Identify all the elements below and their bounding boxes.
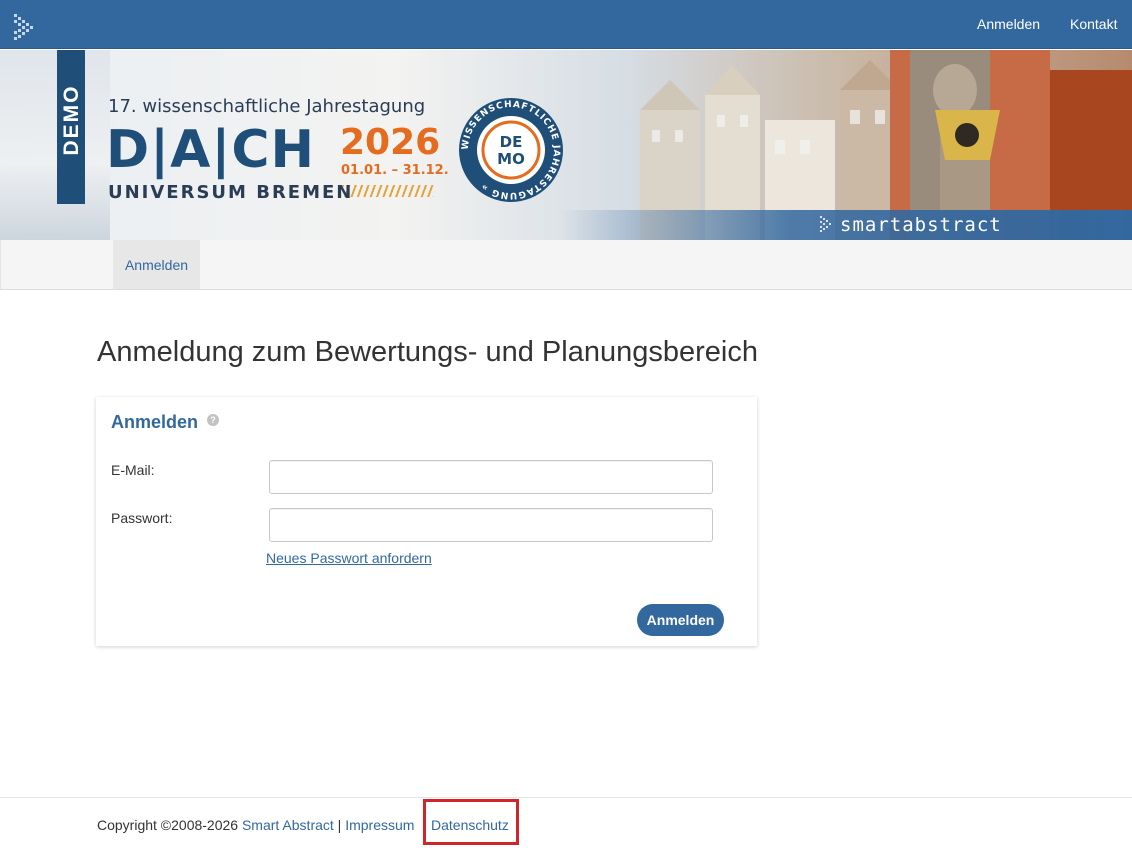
seal-center-top: DE: [500, 133, 523, 151]
smart-abstract-link[interactable]: Smart Abstract: [242, 817, 334, 833]
tab-login[interactable]: Anmelden: [113, 240, 200, 289]
conference-year: 2026: [340, 122, 441, 163]
seal-center-bottom: MO: [497, 150, 525, 168]
smartabstract-mark-icon: [820, 216, 831, 232]
conference-name: D|A|CH: [106, 120, 316, 180]
brand-name: smartabstract: [840, 214, 1002, 236]
smartabstract-logo-icon[interactable]: [14, 14, 36, 40]
conference-venue: UNIVERSUM BREMEN: [108, 182, 354, 203]
email-field[interactable]: [269, 460, 713, 494]
demo-ribbon-label: DEMO: [60, 84, 83, 156]
demo-seal-icon: WISSENSCHAFTLICHE JAHRESTAGUNG » DE MO: [459, 98, 563, 202]
request-new-password-link[interactable]: Neues Passwort anfordern: [266, 550, 432, 566]
conference-banner: DEMO 17. wissenschaftliche Jahrestagung …: [0, 50, 1132, 240]
nav-contact-link[interactable]: Kontakt: [1070, 16, 1117, 32]
login-panel: Anmelden ? E-Mail: Passwort: Neues Passw…: [96, 397, 757, 646]
login-panel-heading: Anmelden: [111, 412, 199, 432]
privacy-link-highlight-box: [423, 799, 519, 845]
imprint-link[interactable]: Impressum: [345, 817, 414, 833]
conference-subtitle: 17. wissenschaftliche Jahrestagung: [108, 96, 426, 117]
top-navbar: Anmelden Kontakt: [0, 0, 1132, 49]
copyright-text: Copyright ©2008-2026: [97, 817, 242, 833]
login-submit-button[interactable]: Anmelden: [637, 604, 724, 636]
page-title: Anmeldung zum Bewertungs- und Planungsbe…: [97, 336, 758, 368]
demo-ribbon: DEMO: [57, 50, 85, 204]
footer-line: Copyright ©2008-2026 Smart Abstract | Im…: [97, 817, 414, 833]
decorative-hatch: [342, 185, 434, 197]
password-label: Passwort:: [111, 510, 173, 526]
nav-login-link[interactable]: Anmelden: [977, 16, 1040, 32]
email-label: E-Mail:: [111, 462, 155, 478]
footer: Copyright ©2008-2026 Smart Abstract | Im…: [0, 797, 1132, 854]
footer-separator: |: [333, 817, 346, 833]
password-field[interactable]: [269, 508, 713, 542]
banner-background-left: [0, 50, 110, 240]
help-icon[interactable]: ?: [207, 414, 219, 426]
secondary-nav: Anmelden: [0, 240, 1132, 290]
conference-dates: 01.01. – 31.12.: [341, 163, 449, 178]
